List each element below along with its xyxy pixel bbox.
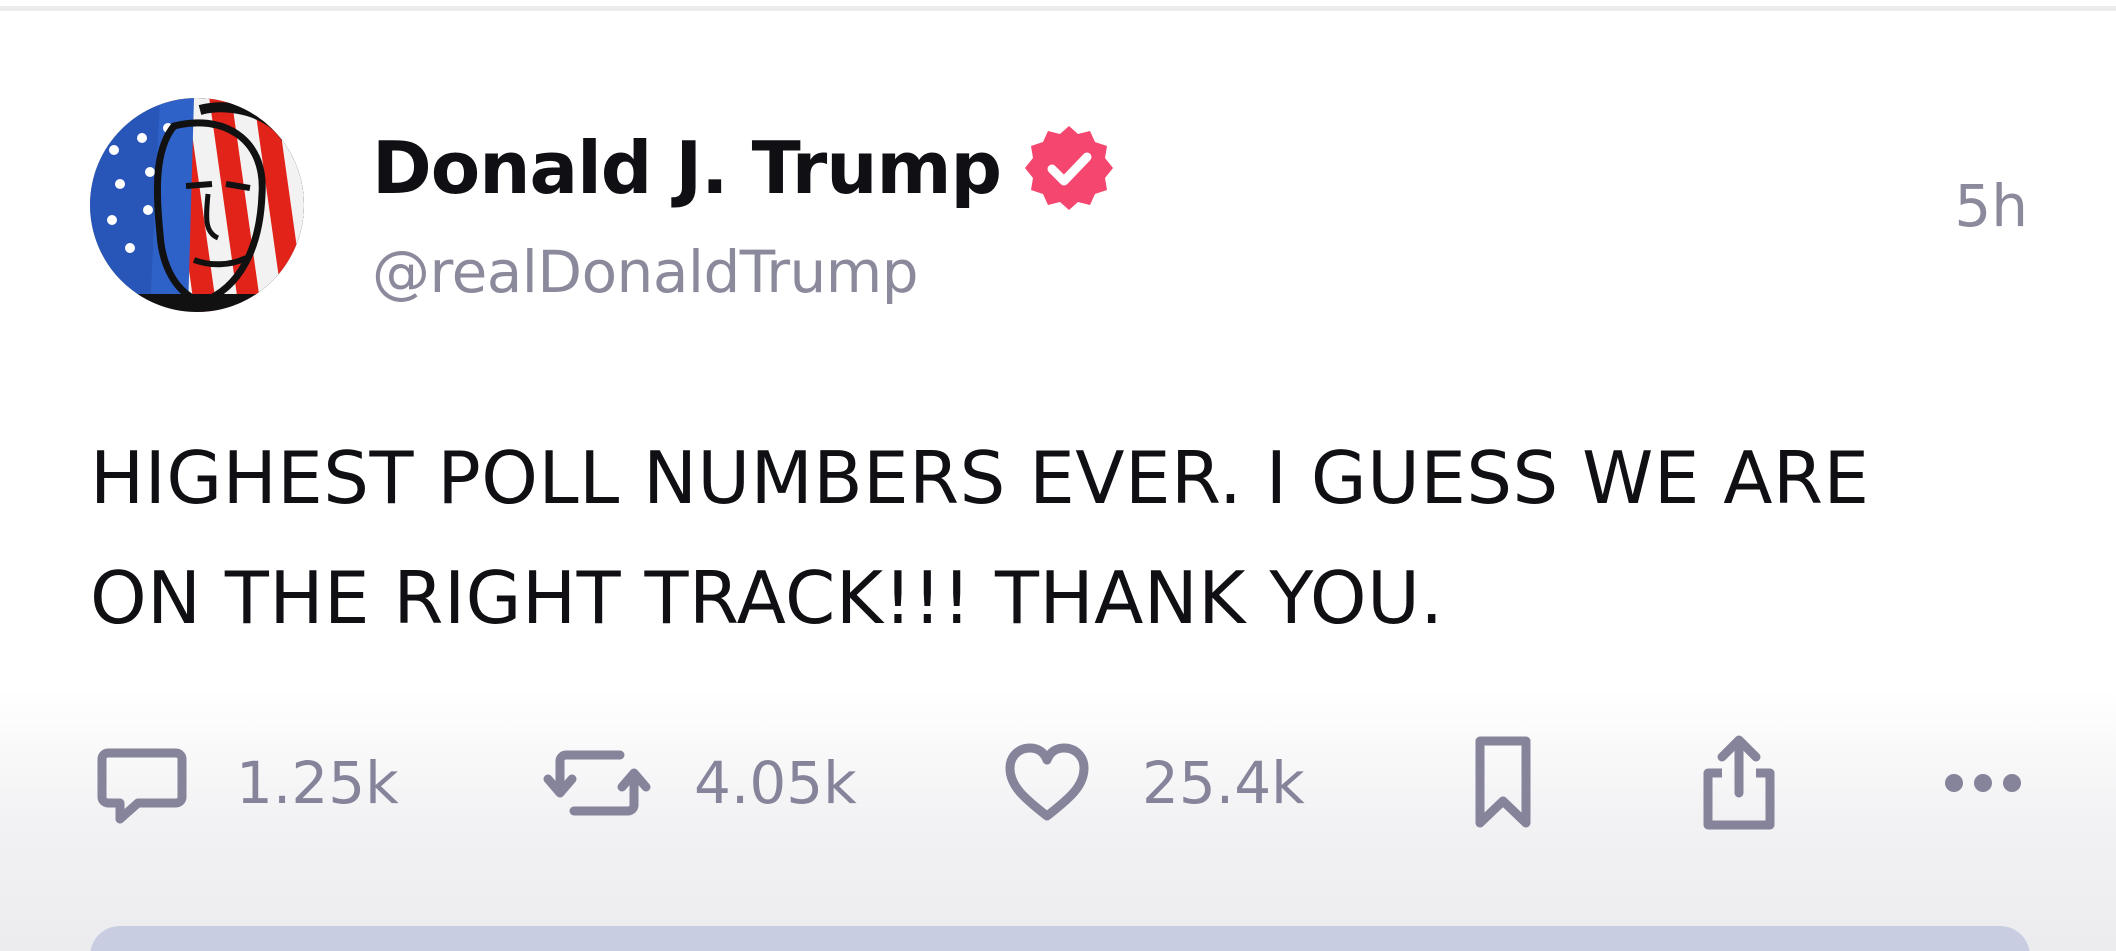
author-handle[interactable]: @realDonaldTrump (372, 238, 919, 306)
post-text-line: HIGHEST POLL NUMBERS EVER. I GUESS WE AR… (90, 436, 1870, 520)
post-actions-bar: 1.25k 4.05k 25.4k (90, 728, 2030, 838)
like-button[interactable]: 25.4k (1004, 728, 1305, 838)
author-row: Donald J. Trump (372, 118, 1114, 218)
bookmark-button[interactable] (1468, 728, 1538, 838)
heart-icon (1005, 743, 1089, 821)
post-timestamp[interactable]: 5h (1954, 172, 2028, 240)
verified-badge-icon (1025, 126, 1114, 210)
share-button[interactable] (1696, 728, 1782, 838)
top-divider (0, 6, 2116, 11)
repost-count: 4.05k (694, 749, 857, 817)
next-card-edge (90, 926, 2030, 951)
more-options-button[interactable] (1938, 728, 2028, 838)
reply-count: 1.25k (236, 749, 399, 817)
repost-button[interactable]: 4.05k (542, 728, 857, 838)
avatar[interactable] (90, 98, 304, 312)
author-display-name[interactable]: Donald J. Trump (372, 126, 1002, 210)
more-icon (1945, 774, 2021, 792)
post-text-line: ON THE RIGHT TRACK!!! THANK YOU. (90, 556, 1444, 640)
post-text: HIGHEST POLL NUMBERS EVER. I GUESS WE AR… (90, 418, 2050, 658)
comment-icon (97, 748, 187, 824)
flag-portrait-avatar-icon (90, 98, 304, 312)
post-card: Donald J. Trump @realDonaldTrump 5h HIGH… (0, 0, 2116, 951)
bookmark-icon (1475, 736, 1531, 828)
like-count: 25.4k (1142, 749, 1305, 817)
repost-icon (543, 750, 651, 816)
share-icon (1703, 735, 1775, 830)
reply-button[interactable]: 1.25k (94, 728, 399, 838)
